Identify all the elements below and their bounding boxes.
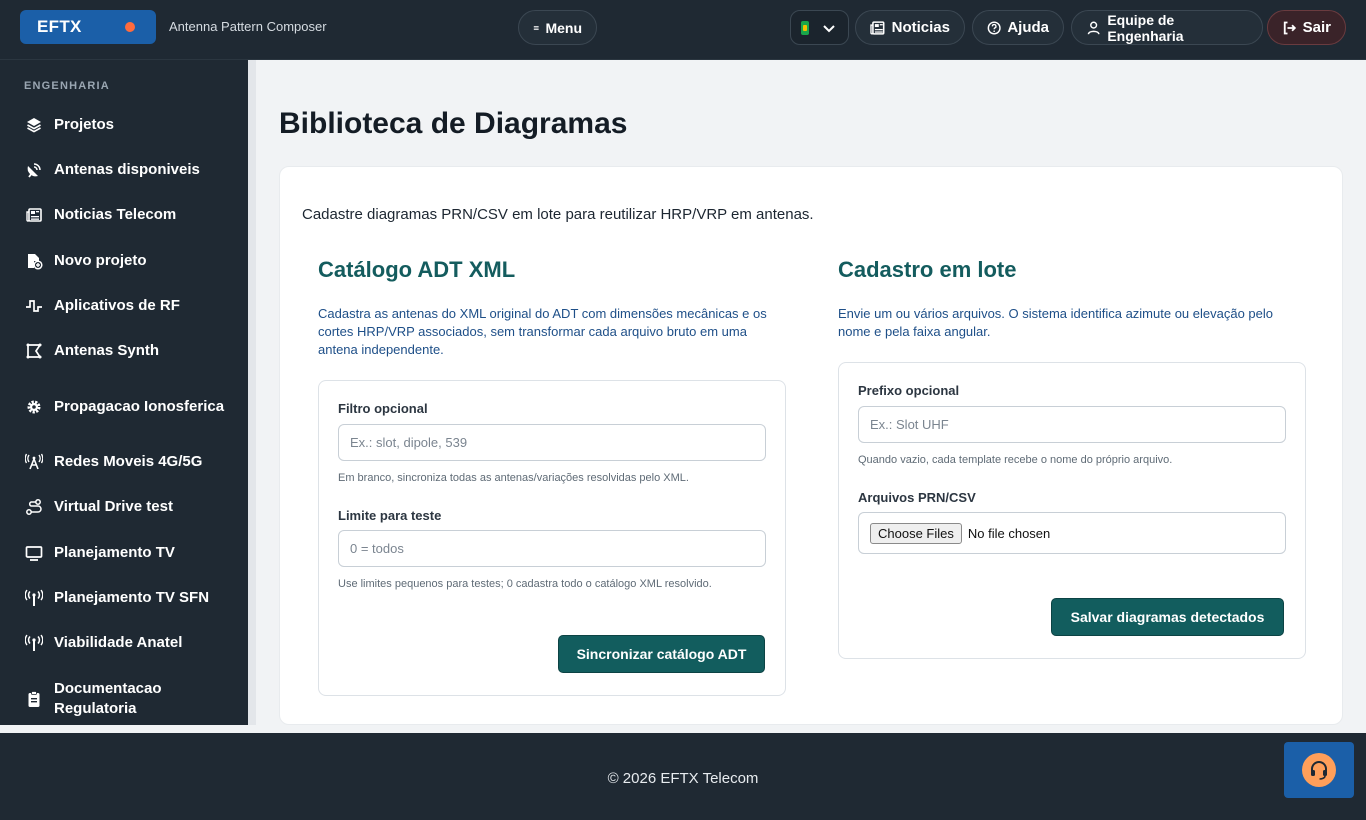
brand-name: EFTX [37,17,82,36]
sync-adt-button[interactable]: Sincronizar catálogo ADT [558,635,765,673]
sidebar-item-planejamento-tv-sfn[interactable]: Planejamento TV SFN [0,588,248,608]
sidebar-item-label: Aplicativos de RF [54,297,180,314]
filter-label: Filtro opcional [338,401,428,416]
hamburger-icon [533,25,539,30]
sidebar-item-redes-moveis[interactable]: Redes Moveis 4G/5G [0,452,248,472]
chevron-down-icon [823,24,835,32]
sidebar-item-viabilidade-anatel[interactable]: Viabilidade Anatel [0,633,248,653]
sidebar-item-label: Documentacao Regulatoria [54,680,162,717]
monitor-icon [24,543,44,563]
sidebar-item-virtual-drive-test[interactable]: Virtual Drive test [0,497,248,517]
help-button[interactable]: Ajuda [972,10,1064,45]
newspaper-icon [870,20,885,35]
newspaper-icon [24,205,44,225]
batch-upload-form: Prefixo opcional Quando vazio, cada temp… [838,362,1306,659]
limit-label: Limite para teste [338,508,442,523]
sidebar-item-aplicativos-rf[interactable]: Aplicativos de RF [0,296,248,316]
broadcast-antenna-icon [24,633,44,653]
file-input[interactable]: Choose Files No file chosen [858,512,1286,554]
sidebar-item-label: Planejamento TV [54,544,175,561]
sidebar-item-label: Virtual Drive test [54,498,173,515]
page-title: Biblioteca de Diagramas [279,107,628,140]
cell-tower-icon [24,452,44,472]
diagram-library-card: Cadastre diagramas PRN/CSV em lote para … [279,166,1343,725]
sidebar-item-label: Noticias Telecom [54,206,177,223]
app-subtitle: Antenna Pattern Composer [169,19,327,34]
brazil-flag-icon [801,20,809,35]
user-menu-button[interactable]: Equipe de Engenharia [1071,10,1263,45]
top-navbar: EFTX Antenna Pattern Composer Menu Notic… [0,0,1366,60]
sidebar-item-noticias-telecom[interactable]: Noticias Telecom [0,205,248,225]
sidebar-item-planejamento-tv[interactable]: Planejamento TV [0,543,248,563]
limit-input[interactable] [338,530,766,567]
prefix-label: Prefixo opcional [858,383,960,398]
brand-logo[interactable]: EFTX [20,10,156,44]
menu-label: Menu [545,19,582,36]
filter-hint: Em branco, sincroniza todas as antenas/v… [338,472,689,484]
help-label: Ajuda [1007,19,1049,36]
sidebar-item-antenas-disponiveis[interactable]: Antenas disponiveis [0,160,248,180]
batch-section-description: Envie um ou vários arquivos. O sistema i… [838,306,1273,339]
sidebar-item-label: Propagacao Ionosferica [54,398,225,415]
headset-icon [1302,753,1336,787]
file-status: No file chosen [967,525,1051,541]
sidebar-item-propagacao-ionosferica[interactable]: Propagacao Ionosferica [0,387,248,427]
save-diagrams-button[interactable]: Salvar diagramas detectados [1051,598,1284,636]
sidebar-item-label: Antenas Synth [54,342,160,359]
menu-button[interactable]: Menu [518,10,597,45]
news-button[interactable]: Noticias [855,10,965,45]
sidebar-item-antenas-synth[interactable]: Antenas Synth [0,341,248,361]
content-divider [248,60,256,725]
logout-icon [1283,21,1297,34]
pulse-wave-icon [24,296,44,316]
files-label: Arquivos PRN/CSV [858,490,976,505]
adt-sync-form: Filtro opcional Em branco, sincroniza to… [318,380,786,696]
page-description: Cadastre diagramas PRN/CSV em lote para … [302,206,814,223]
sidebar-item-label: Redes Moveis 4G/5G [54,453,203,470]
sidebar-item-documentacao-regulatoria[interactable]: Documentacao Regulatoria [0,679,248,719]
route-icon [24,497,44,517]
news-label: Noticias [891,19,950,36]
language-select[interactable] [790,10,849,45]
clipboard-icon [24,689,44,709]
sidebar-section-title: ENGENHARIA [24,80,110,92]
team-label: Equipe de Engenharia [1107,11,1184,44]
sidebar-item-label: Planejamento TV SFN [54,589,210,606]
satellite-dish-icon [24,160,44,180]
synth-frame-icon [24,341,44,361]
adt-section-title: Catálogo ADT XML [318,257,516,282]
choose-files-button[interactable]: Choose Files [870,522,962,544]
batch-section-title: Cadastro em lote [838,257,1017,282]
brand-status-dot [125,22,135,32]
question-circle-icon [987,20,1001,35]
filter-input[interactable] [338,424,766,461]
sidebar-item-label: Viabilidade Anatel [54,634,183,651]
support-chat-button[interactable] [1284,742,1354,798]
new-file-icon [24,251,44,271]
sidebar-item-label: Projetos [54,116,115,133]
sidebar-item-label: Novo projeto [54,252,147,269]
user-icon [1087,21,1100,35]
logout-button[interactable]: Sair [1267,10,1346,45]
adt-section-description: Cadastra as antenas do XML original do A… [318,306,767,357]
limit-hint: Use limites pequenos para testes; 0 cada… [338,578,712,590]
footer: © 2026 EFTX Telecom [0,733,1366,820]
gear-icon [24,397,44,417]
sidebar: ENGENHARIA Projetos Antenas disponiveis … [0,60,248,725]
broadcast-antenna-icon [24,588,44,608]
prefix-input[interactable] [858,406,1286,443]
sidebar-item-label: Antenas disponiveis [54,161,200,178]
logout-label: Sair [1302,19,1331,36]
adt-catalog-section: Catálogo ADT XML Cadastra as antenas do … [318,257,786,359]
sidebar-item-projetos[interactable]: Projetos [0,115,248,135]
batch-upload-section: Cadastro em lote Envie um ou vários arqu… [838,257,1306,341]
copyright-text: © 2026 EFTX Telecom [607,770,759,787]
prefix-hint: Quando vazio, cada template recebe o nom… [858,454,1173,466]
sidebar-item-novo-projeto[interactable]: Novo projeto [0,251,248,271]
layers-icon [24,115,44,135]
